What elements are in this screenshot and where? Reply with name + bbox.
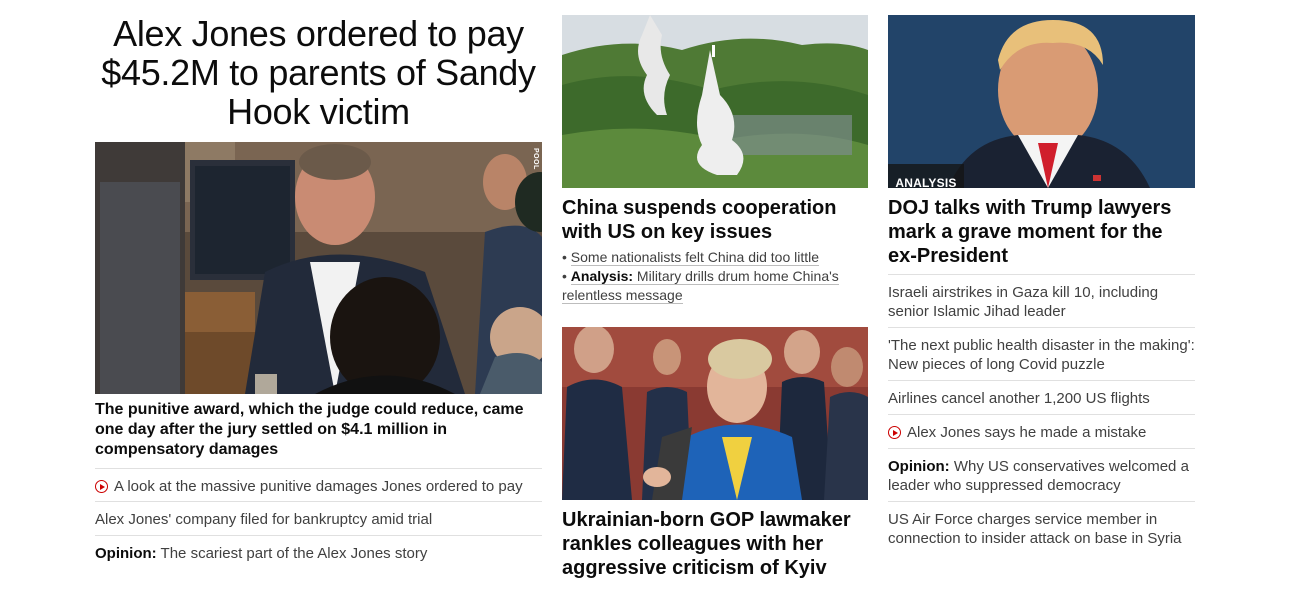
list-item[interactable]: • Analysis: Military drills drum home Ch… <box>562 267 862 305</box>
analysis-badge: ANALYSIS <box>888 164 964 188</box>
list-item[interactable]: Alex Jones' company filed for bankruptcy… <box>95 501 542 535</box>
lawmaker-headline[interactable]: Ukrainian-born GOP lawmaker rankles coll… <box>562 508 868 580</box>
trump-portrait-photo <box>888 15 1195 188</box>
lead-story-image[interactable]: POOL <box>95 142 542 394</box>
image-credit: POOL <box>532 148 539 170</box>
china-story-image[interactable] <box>562 15 868 188</box>
doj-headline[interactable]: DOJ talks with Trump lawyers mark a grav… <box>888 196 1195 268</box>
right-related-links: Israeli airstrikes in Gaza kill 10, incl… <box>888 274 1195 554</box>
list-item[interactable]: Alex Jones says he made a mistake <box>888 414 1195 448</box>
missile-launch-photo <box>562 15 868 188</box>
list-item[interactable]: Opinion: The scariest part of the Alex J… <box>95 535 542 569</box>
list-item[interactable]: US Air Force charges service member in c… <box>888 501 1195 554</box>
lead-summary[interactable]: The punitive award, which the judge coul… <box>95 400 535 460</box>
press-conference-photo <box>562 327 868 500</box>
list-item[interactable]: • Some nationalists felt China did too l… <box>562 248 862 267</box>
china-related-bullets: • Some nationalists felt China did too l… <box>562 248 862 305</box>
doj-story-image[interactable]: ANALYSIS <box>888 15 1195 188</box>
list-item[interactable]: A look at the massive punitive damages J… <box>95 468 542 501</box>
lead-related-links: A look at the massive punitive damages J… <box>95 468 542 569</box>
courtroom-photo <box>95 142 542 394</box>
list-item[interactable]: Opinion: Why US conservatives welcomed a… <box>888 448 1195 501</box>
list-item[interactable]: Israeli airstrikes in Gaza kill 10, incl… <box>888 274 1195 327</box>
china-headline[interactable]: China suspends cooperation with US on ke… <box>562 196 862 244</box>
lead-headline[interactable]: Alex Jones ordered to pay $45.2M to pare… <box>95 14 542 131</box>
list-item[interactable]: Airlines cancel another 1,200 US flights <box>888 380 1195 414</box>
list-item[interactable]: 'The next public health disaster in the … <box>888 327 1195 380</box>
lawmaker-story-image[interactable] <box>562 327 868 500</box>
play-icon <box>95 480 108 493</box>
play-icon <box>888 426 901 439</box>
